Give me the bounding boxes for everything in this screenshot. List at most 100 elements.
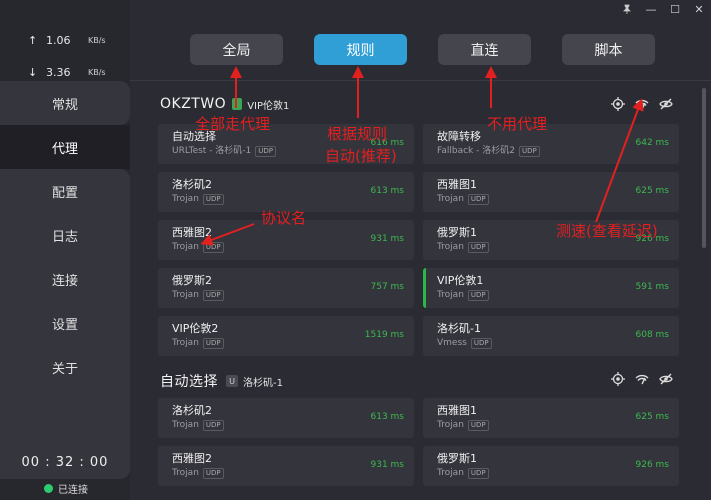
proxy-card[interactable]: 故障转移 Fallback - 洛杉矶2 UDP 642 ms: [423, 124, 679, 164]
sidebar-item-general[interactable]: 常规: [0, 81, 130, 125]
annotation-speedtest: 测速(查看延迟): [556, 222, 658, 240]
udp-badge: UDP: [202, 194, 224, 205]
upload-arrow-icon: ↑: [28, 33, 38, 47]
proxy-type: Trojan: [172, 468, 199, 478]
pin-icon[interactable]: [615, 0, 639, 18]
udp-badge: UDP: [202, 242, 224, 253]
proxy-grid: 洛杉矶2 Trojan UDP 613 ms 西雅图1 Trojan UDP 625…: [158, 398, 679, 486]
udp-badge: UDP: [467, 420, 489, 431]
proxy-type: Trojan: [172, 242, 199, 252]
upload-value: 1.06: [46, 33, 71, 47]
proxy-delay[interactable]: 931 ms: [371, 460, 405, 470]
sidebar-item-label: 连接: [51, 273, 78, 289]
proxy-delay[interactable]: 1519 ms: [365, 330, 404, 340]
annotation-rule-line2: 自动(推荐): [325, 147, 397, 165]
upload-unit: KB/s: [88, 35, 106, 45]
proxy-type: URLTest - 洛杉矶-1: [172, 146, 252, 156]
group-actions: [611, 371, 673, 390]
minimize-button[interactable]: —: [639, 0, 663, 18]
speedtest-icon[interactable]: [635, 96, 649, 115]
proxy-type: Trojan: [172, 420, 199, 430]
header-divider: [130, 80, 711, 81]
sidebar-item-settings[interactable]: 设置: [0, 301, 130, 345]
udp-badge: UDP: [202, 290, 224, 301]
proxy-card[interactable]: 西雅图2 Trojan UDP 931 ms: [158, 446, 414, 486]
sidebar-item-label: 常规: [51, 97, 78, 113]
proxy-card[interactable]: 西雅图1 Trojan UDP 625 ms: [423, 172, 679, 212]
annotation-protocol: 协议名: [261, 209, 307, 227]
mode-rule-button[interactable]: 规则: [314, 34, 407, 65]
proxy-delay[interactable]: 613 ms: [371, 412, 405, 422]
close-button[interactable]: ✕: [687, 0, 711, 18]
group-name: OKZTWO: [160, 96, 227, 112]
proxy-group-header[interactable]: OKZTWO VIP伦敦1: [160, 96, 289, 112]
group-name: 自动选择: [160, 374, 218, 390]
udp-badge: UDP: [467, 242, 489, 253]
udp-badge: UDP: [202, 420, 224, 431]
udp-badge: UDP: [470, 338, 492, 349]
group-selected-proxy: 洛杉矶-1: [243, 377, 283, 389]
proxy-card[interactable]: 俄罗斯1 Trojan UDP 926 ms: [423, 446, 679, 486]
proxy-delay[interactable]: 591 ms: [636, 282, 670, 292]
proxy-type: Vmess: [437, 338, 467, 348]
maximize-button[interactable]: ☐: [663, 0, 687, 18]
udp-badge: UDP: [467, 194, 489, 205]
sidebar-item-label: 配置: [51, 185, 78, 201]
proxy-group-header[interactable]: 自动选择 U 洛杉矶-1: [160, 371, 283, 391]
sidebar-item-label: 关于: [51, 361, 78, 377]
proxy-type: Trojan: [172, 290, 199, 300]
annotation-global: 全部走代理: [195, 115, 271, 133]
group-type-badge: [232, 98, 243, 110]
proxy-card[interactable]: 西雅图1 Trojan UDP 625 ms: [423, 398, 679, 438]
window-controls: — ☐ ✕: [615, 0, 711, 18]
locate-icon[interactable]: [611, 96, 625, 115]
udp-badge: UDP: [518, 146, 540, 157]
sidebar-item-proxies[interactable]: 代理: [0, 125, 130, 169]
proxy-card[interactable]: VIP伦敦2 Trojan UDP 1519 ms: [158, 316, 414, 356]
proxy-delay[interactable]: 642 ms: [636, 138, 670, 148]
sidebar-item-label: 日志: [51, 229, 78, 245]
locate-icon[interactable]: [611, 371, 625, 390]
proxy-delay[interactable]: 625 ms: [636, 186, 670, 196]
proxy-type: Trojan: [437, 420, 464, 430]
sidebar-item-about[interactable]: 关于: [0, 345, 130, 389]
group-type-badge: U: [226, 375, 238, 387]
eye-off-icon[interactable]: [659, 96, 673, 115]
group-selected-proxy: VIP伦敦1: [247, 100, 290, 112]
sidebar-item-label: 代理: [51, 141, 78, 157]
sidebar-item-connections[interactable]: 连接: [0, 257, 130, 301]
sidebar-item-label: 设置: [51, 317, 78, 333]
connection-status-label: 已连接: [58, 485, 88, 496]
proxy-card[interactable]: 洛杉矶2 Trojan UDP 613 ms: [158, 398, 414, 438]
proxy-card[interactable]: 俄罗斯2 Trojan UDP 757 ms: [158, 268, 414, 308]
sidebar-item-profiles[interactable]: 配置: [0, 169, 130, 213]
upload-speed: ↑ 1.06 KB/s: [28, 24, 130, 56]
proxy-type: Trojan: [437, 290, 464, 300]
proxy-type: Trojan: [437, 468, 464, 478]
proxy-delay[interactable]: 625 ms: [636, 412, 670, 422]
mode-global-button[interactable]: 全局: [190, 34, 283, 65]
download-unit: KB/s: [88, 67, 106, 77]
udp-badge: UDP: [202, 468, 224, 479]
mode-direct-button[interactable]: 直连: [438, 34, 531, 65]
traffic-panel: ↑ 1.06 KB/s ↓ 3.36 KB/s: [0, 0, 130, 80]
proxy-delay[interactable]: 608 ms: [636, 330, 670, 340]
udp-badge: UDP: [202, 338, 224, 349]
proxy-delay[interactable]: 613 ms: [371, 186, 405, 196]
speedtest-icon[interactable]: [635, 371, 649, 390]
annotation-direct: 不用代理: [487, 115, 548, 133]
mode-script-button[interactable]: 脚本: [562, 34, 655, 65]
sidebar: ↑ 1.06 KB/s ↓ 3.36 KB/s 常规 代理 配置 日志 连接 设…: [0, 0, 130, 500]
proxy-card-selected[interactable]: VIP伦敦1 Trojan UDP 591 ms: [423, 268, 679, 308]
proxy-card[interactable]: 洛杉矶-1 Vmess UDP 608 ms: [423, 316, 679, 356]
proxy-delay[interactable]: 926 ms: [636, 460, 670, 470]
sidebar-item-logs[interactable]: 日志: [0, 213, 130, 257]
proxy-delay[interactable]: 757 ms: [371, 282, 405, 292]
udp-badge: UDP: [255, 146, 277, 157]
scrollbar[interactable]: [702, 88, 706, 248]
download-value: 3.36: [46, 65, 71, 79]
proxy-card[interactable]: 洛杉矶2 Trojan UDP 613 ms: [158, 172, 414, 212]
proxy-delay[interactable]: 931 ms: [371, 234, 405, 244]
eye-off-icon[interactable]: [659, 371, 673, 390]
group-actions: [611, 96, 673, 115]
